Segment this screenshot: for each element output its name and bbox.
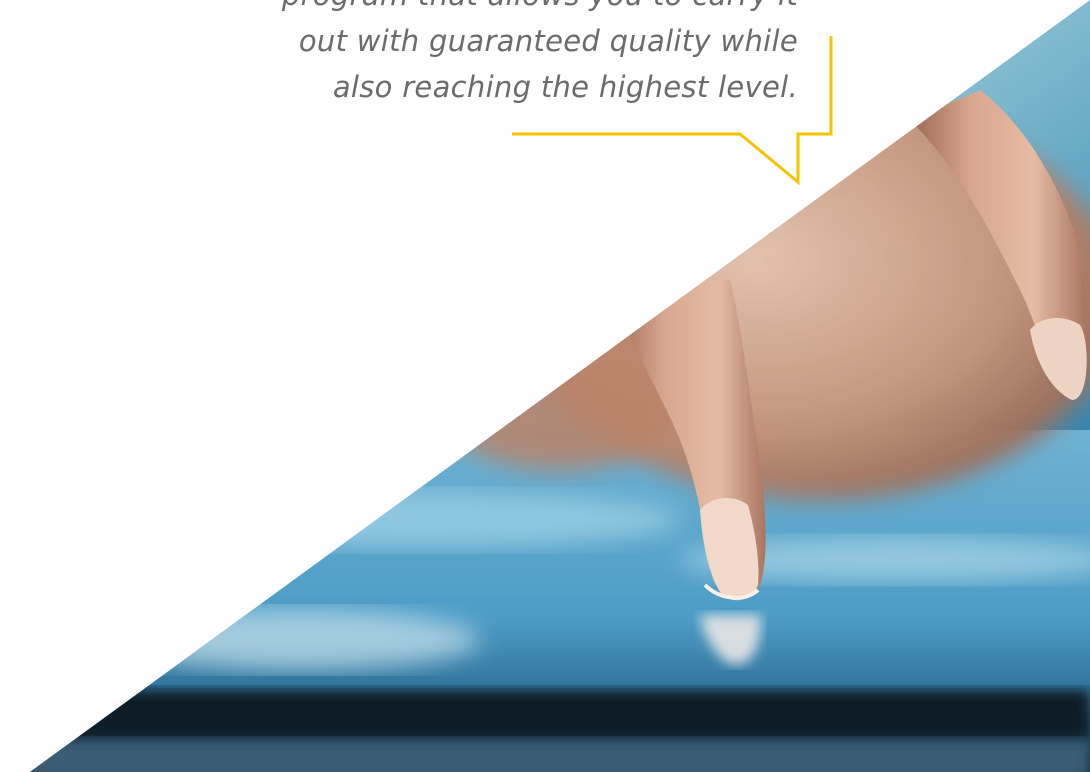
testimonial-quote: program that allows you to carry it out …	[158, 0, 798, 110]
quote-line-3: also reaching the highest level.	[332, 70, 798, 104]
finger-touching-tablet-photo	[30, 0, 1090, 772]
page: program that allows you to carry it out …	[0, 0, 1090, 772]
quote-line-1: program that allows you to carry it	[158, 0, 798, 18]
quote-line-2: out with guaranteed quality while	[298, 24, 798, 58]
